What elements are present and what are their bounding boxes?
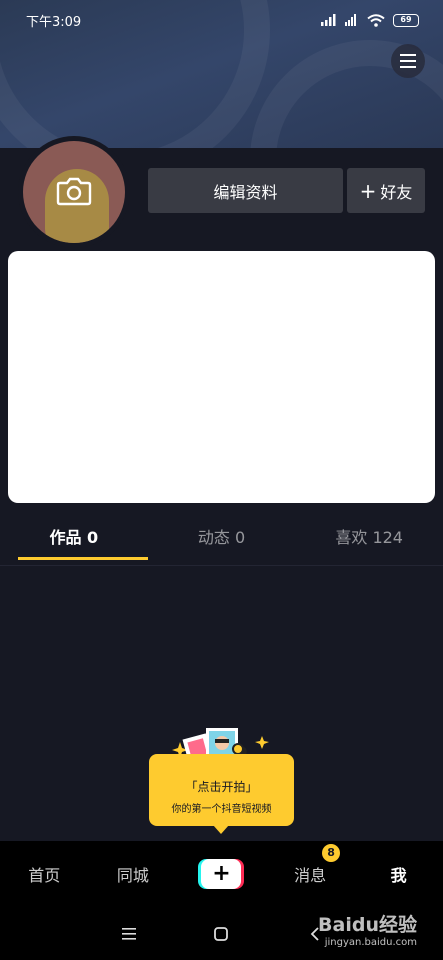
edit-profile-label: 编辑资料 bbox=[213, 182, 278, 202]
edit-profile-button[interactable]: 编辑资料 bbox=[148, 168, 343, 213]
nav-me[interactable]: 我 bbox=[354, 862, 443, 886]
profile-info-card bbox=[8, 251, 435, 503]
nav-create[interactable]: + bbox=[177, 859, 266, 889]
nav-nearby[interactable]: 同城 bbox=[89, 862, 178, 886]
bottom-nav: 首页 同城 + 消息 8 我 bbox=[0, 841, 443, 907]
messages-badge: 8 bbox=[322, 844, 341, 862]
status-bar: 下午3:09 69 bbox=[0, 0, 443, 40]
battery-icon: 69 bbox=[393, 13, 419, 27]
shoot-prompt-bubble[interactable]: 「点击开拍」 你的第一个抖音短视频 bbox=[149, 754, 294, 834]
plus-icon: + bbox=[359, 178, 377, 203]
home-icon[interactable] bbox=[214, 927, 228, 941]
tab-likes-label: 喜欢 124 bbox=[335, 528, 403, 547]
add-friend-button[interactable]: + 好友 bbox=[347, 168, 425, 213]
nav-messages[interactable]: 消息 8 bbox=[266, 844, 355, 886]
hamburger-icon bbox=[400, 54, 416, 68]
tab-works-label: 作品 0 bbox=[49, 528, 99, 547]
create-button[interactable]: + bbox=[198, 859, 245, 889]
watermark: Baidu经验 jingyan.baidu.com bbox=[318, 910, 417, 948]
status-icons: 69 bbox=[321, 13, 419, 27]
tabs-divider bbox=[0, 565, 443, 566]
tab-likes[interactable]: 喜欢 124 bbox=[295, 518, 443, 562]
nav-messages-label: 消息 bbox=[294, 866, 327, 885]
nav-home-label: 首页 bbox=[28, 866, 61, 885]
tab-moments[interactable]: 动态 0 bbox=[148, 518, 296, 562]
battery-level: 69 bbox=[400, 14, 412, 24]
signal-icon bbox=[321, 14, 336, 26]
wifi-icon bbox=[367, 13, 385, 27]
nav-home[interactable]: 首页 bbox=[0, 862, 89, 886]
avatar-frame bbox=[18, 136, 130, 248]
tab-works[interactable]: 作品 0 bbox=[0, 518, 148, 562]
content-tabs: 作品 0 动态 0 喜欢 124 bbox=[0, 518, 443, 562]
add-friend-label: 好友 bbox=[380, 182, 413, 202]
status-time: 下午3:09 bbox=[26, 14, 82, 30]
menu-button[interactable] bbox=[391, 44, 425, 78]
tab-moments-label: 动态 0 bbox=[197, 528, 246, 547]
prompt-title: 「点击开拍」 bbox=[185, 780, 258, 794]
plus-icon: + bbox=[201, 859, 242, 889]
recents-icon[interactable] bbox=[122, 928, 136, 940]
prompt-subtitle: 你的第一个抖音短视频 bbox=[171, 804, 272, 815]
camera-icon bbox=[56, 177, 92, 206]
watermark-brand: Baidu经验 bbox=[318, 914, 417, 936]
signal-hd-icon bbox=[345, 14, 356, 26]
nav-me-label: 我 bbox=[390, 866, 407, 885]
watermark-url: jingyan.baidu.com bbox=[324, 937, 417, 948]
nav-nearby-label: 同城 bbox=[116, 866, 149, 885]
avatar[interactable] bbox=[23, 141, 125, 243]
